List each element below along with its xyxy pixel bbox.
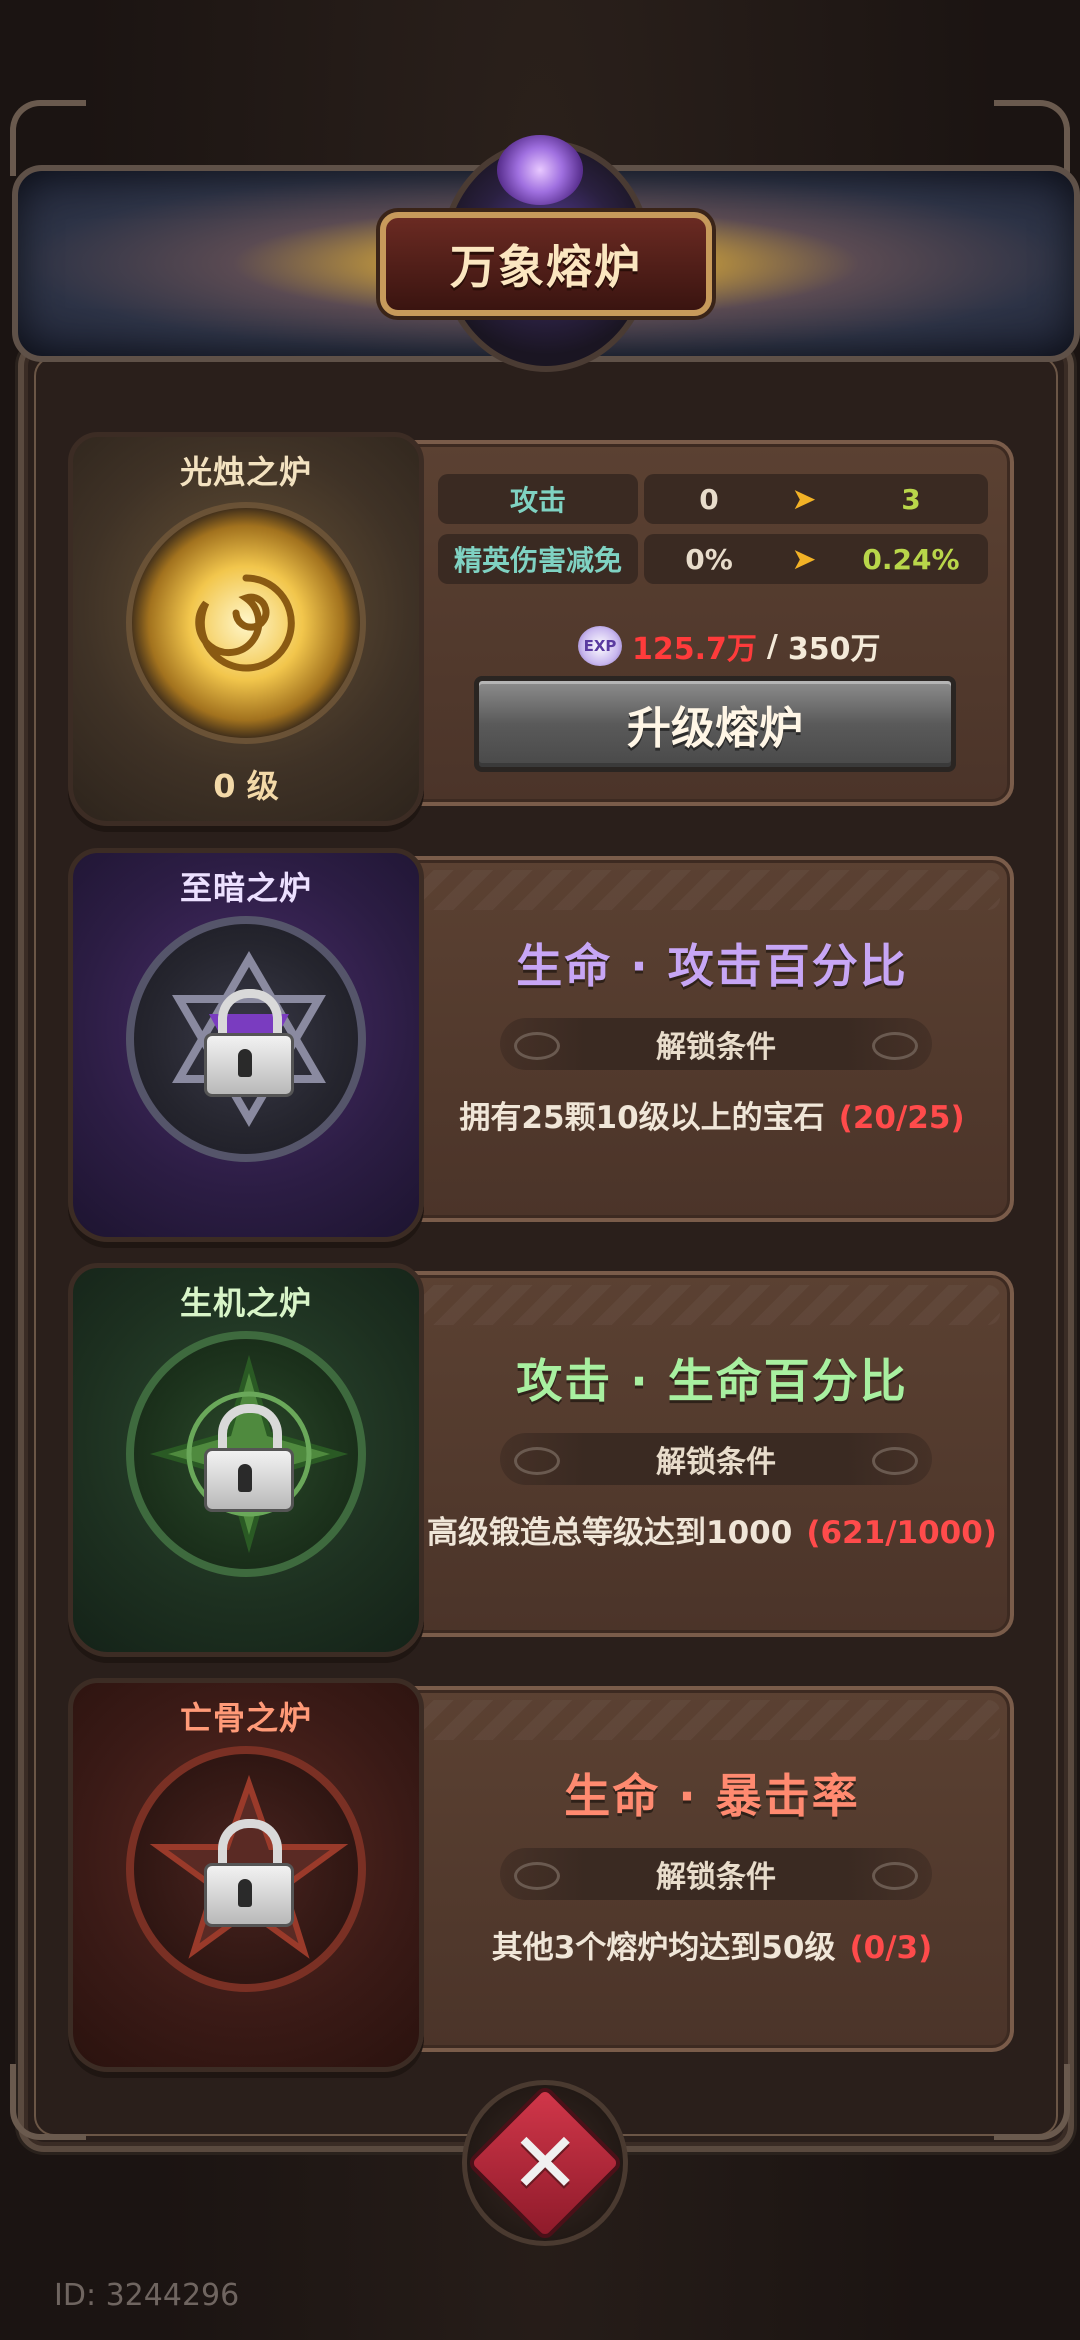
- unlock-progress: (621/1000): [806, 1515, 997, 1551]
- unlock-condition: 高级锻造总等级达到1000 (621/1000): [414, 1507, 1010, 1552]
- close-x-icon: ✕: [465, 2083, 625, 2243]
- unlock-progress: (20/25): [838, 1100, 965, 1136]
- furnace-card-life: 生机之炉 攻击 · 生命百分比 解锁条件 高级锻造总等级达到1000 (621/1…: [68, 1263, 1014, 1657]
- swirl-ornament-icon: [872, 1032, 918, 1060]
- furnace-badge[interactable]: 亡骨之炉: [68, 1678, 424, 2072]
- furnace-bonus: 生命 · 暴击率: [564, 1769, 860, 1823]
- swirl-ornament-icon: [514, 1032, 560, 1060]
- arrow-right-icon: ➤: [791, 481, 817, 517]
- stat-values: 0 ➤ 3: [644, 474, 988, 524]
- furnace-bonus: 攻击 · 生命百分比: [516, 1354, 908, 1408]
- furnace-badge[interactable]: 光烛之炉 0 级: [68, 432, 424, 826]
- stat-row-elite-reduction: 精英伤害减免 0% ➤ 0.24%: [438, 534, 988, 584]
- furnace-badge[interactable]: 至暗之炉: [68, 848, 424, 1242]
- stat-label: 精英伤害减免: [438, 534, 638, 584]
- unlock-condition: 拥有25颗10级以上的宝石 (20/25): [414, 1092, 1010, 1137]
- card-pattern: [414, 1285, 1000, 1325]
- stat-values: 0% ➤ 0.24%: [644, 534, 988, 584]
- furnace-level: 0 级: [213, 767, 279, 805]
- exp-progress: EXP 125.7万 / 350万: [578, 624, 881, 668]
- upgrade-button-label: 升级熔炉: [627, 703, 803, 754]
- stat-to: 0.24%: [862, 542, 960, 576]
- unlock-condition-header: 解锁条件: [500, 1018, 932, 1070]
- unlock-condition-label: 解锁条件: [656, 1030, 776, 1065]
- furnace-name: 至暗之炉: [179, 869, 312, 907]
- stat-from: 0%: [685, 542, 733, 576]
- swirl-ornament-icon: [872, 1447, 918, 1475]
- lock-icon: [204, 1404, 294, 1512]
- swirl-ornament-icon: [514, 1862, 560, 1890]
- exp-icon: EXP: [578, 626, 622, 666]
- unlock-condition-header: 解锁条件: [500, 1433, 932, 1485]
- unlock-condition-label: 解锁条件: [656, 1445, 776, 1480]
- furnace-card-light: 光烛之炉 0 级 攻击 0 ➤ 3 精英伤害减免 0% ➤ 0.24% EXP …: [68, 432, 1014, 826]
- furnace-bonus: 生命 · 攻击百分比: [516, 939, 908, 993]
- leaf-star-icon: [126, 1331, 366, 1577]
- unlock-condition-label: 解锁条件: [656, 1860, 776, 1895]
- page-title-plate: 万象熔炉: [380, 212, 712, 316]
- unlock-condition-text: 高级锻造总等级达到1000: [427, 1515, 793, 1551]
- upgrade-furnace-button[interactable]: 升级熔炉: [474, 676, 956, 772]
- swirl-ornament-icon: [514, 1447, 560, 1475]
- exp-max: 350万: [787, 632, 881, 667]
- pentagram-icon: [126, 1746, 366, 1992]
- frame-corner-ornament: [10, 2064, 86, 2140]
- light-swirl-icon: [126, 502, 366, 744]
- unlock-condition-header: 解锁条件: [500, 1848, 932, 1900]
- lock-icon: [204, 989, 294, 1097]
- stat-row-attack: 攻击 0 ➤ 3: [438, 474, 988, 524]
- unlock-condition-text: 拥有25颗10级以上的宝石: [459, 1100, 825, 1136]
- frame-corner-ornament: [994, 2064, 1070, 2140]
- swirl-orb-icon: [497, 135, 583, 205]
- lock-icon: [204, 1819, 294, 1927]
- card-pattern: [414, 870, 1000, 910]
- stat-label: 攻击: [438, 474, 638, 524]
- furnace-name: 生机之炉: [179, 1284, 312, 1322]
- arrow-right-icon: ➤: [791, 541, 817, 577]
- stat-from: 0: [699, 482, 719, 516]
- swirl-ornament-icon: [872, 1862, 918, 1890]
- furnace-name: 亡骨之炉: [179, 1699, 312, 1737]
- user-id: ID: 3244296: [54, 2278, 240, 2313]
- unlock-progress: (0/3): [849, 1930, 933, 1966]
- unlock-condition-text: 其他3个熔炉均达到50级: [491, 1930, 836, 1966]
- furnace-card-dark: 至暗之炉 生命 · 攻击百分比 解锁条件 拥有25颗10级以上的宝石 (20/25…: [68, 848, 1014, 1242]
- close-button[interactable]: ✕: [462, 2080, 628, 2246]
- dark-star-icon: [126, 916, 366, 1162]
- furnace-badge[interactable]: 生机之炉: [68, 1263, 424, 1657]
- unlock-condition: 其他3个熔炉均达到50级 (0/3): [414, 1922, 1010, 1967]
- exp-current: 125.7万: [632, 632, 757, 667]
- page-title: 万象熔炉: [450, 240, 642, 294]
- furnace-card-bone: 亡骨之炉 生命 · 暴击率 解锁条件 其他3个熔炉均达到50级 (0/3): [68, 1678, 1014, 2072]
- card-pattern: [414, 1700, 1000, 1740]
- furnace-name: 光烛之炉: [179, 453, 312, 491]
- exp-separator: /: [766, 628, 778, 664]
- stat-to: 3: [901, 482, 921, 516]
